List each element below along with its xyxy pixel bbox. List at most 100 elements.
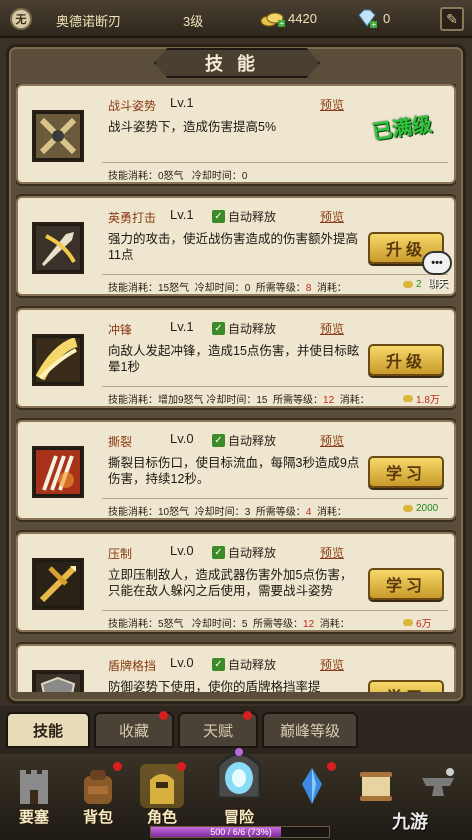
preview-link[interactable]: 预览 <box>320 320 344 337</box>
tab-paragon-level[interactable]: 巅峰等级 <box>262 712 358 748</box>
learn-button[interactable]: 学习 <box>368 456 444 488</box>
skill-card-overpower[interactable]: 压制 Lv.0 ✓ 自动释放 预览 立即压制敌人，造成武器伤害外加5点伤害，只能在… <box>16 532 456 632</box>
gold-cost: 1.8万 <box>403 391 440 406</box>
gold-coin-icon <box>403 505 413 512</box>
nav-backpack[interactable]: 背包 <box>68 760 128 830</box>
chat-button[interactable]: ••• 聊天 <box>418 251 458 293</box>
svg-text:+: + <box>280 19 285 28</box>
cost-label: 技能消耗： <box>108 171 158 182</box>
gold-cost-value: 1.8万 <box>416 395 440 406</box>
required-level: 8 <box>305 283 312 294</box>
skill-description: 战斗姿势下，造成伤害提高5% <box>108 120 277 134</box>
learn-button[interactable]: 学习 <box>368 680 444 692</box>
rage-cost: 增加9怒气 <box>158 395 204 406</box>
checkbox-icon: ✓ <box>212 322 225 335</box>
cost-label: 技能消耗： <box>108 283 158 294</box>
nav-label: 角色 <box>146 809 177 826</box>
cooldown-value: 15 <box>256 395 268 406</box>
skill-name: 冲锋 <box>108 323 133 337</box>
nav-label: 要塞 <box>18 809 49 826</box>
shield-block-icon <box>32 670 84 692</box>
max-level-badge: 已满级 <box>371 113 434 145</box>
skill-name: 战斗姿势 <box>108 99 157 113</box>
auto-cast-label: 自动释放 <box>228 322 277 336</box>
auto-cast-toggle[interactable]: ✓ 自动释放 <box>212 544 276 561</box>
preview-link[interactable]: 预览 <box>320 656 344 673</box>
skill-card-charge[interactable]: 冲锋 Lv.1 ✓ 自动释放 预览 向敌人发起冲锋，造成15点伤害，并使目标眩晕1… <box>16 308 456 408</box>
edit-icon[interactable]: ✎ <box>440 7 464 31</box>
notification-dot <box>159 711 168 720</box>
required-level: 12 <box>303 619 315 630</box>
checkbox-icon: ✓ <box>212 546 225 559</box>
gold-cost: 6万 <box>403 615 432 630</box>
gold-coin-icon <box>403 395 413 402</box>
skill-footer: 技能消耗：15怒气 冷却时间：0 所需等级：8 消耗： <box>108 279 347 294</box>
learn-button[interactable]: 学习 <box>368 568 444 600</box>
anvil-icon <box>422 768 454 796</box>
nav-adventure[interactable]: 冒险 <box>204 748 274 830</box>
skill-card-battle-stance[interactable]: 战斗姿势 Lv.1 预览 战斗姿势下，造成伤害提高5% 已满级 技能消耗：0怒气… <box>16 84 456 184</box>
skill-footer: 技能消耗：10怒气 冷却时间：3 所需等级：4 消耗： <box>108 503 347 518</box>
player-level: 3级 <box>183 14 204 29</box>
skill-card-heroic-strike[interactable]: 英勇打击 Lv.1 ✓ 自动释放 预览 强力的攻击，使近战伤害造成的伤害额外提高1… <box>16 196 456 296</box>
upgrade-button[interactable]: 升级 <box>368 344 444 376</box>
skill-name: 压制 <box>108 547 133 561</box>
required-level: 4 <box>305 507 312 518</box>
nav-crystal[interactable] <box>282 760 342 830</box>
backpack-icon <box>84 770 112 804</box>
charge-icon <box>32 334 84 386</box>
cooldown-value: 5 <box>241 619 248 630</box>
price-label: 消耗： <box>339 395 370 406</box>
gold-coin-icon <box>403 281 413 288</box>
diamond-amount: 0 <box>383 11 391 26</box>
skill-level: Lv.0 <box>170 655 194 670</box>
rage-cost: 10怒气 <box>158 507 190 518</box>
nav-fortress[interactable]: 要塞 <box>4 760 64 830</box>
skill-card-shield-block[interactable]: 盾牌格挡 Lv.0 ✓自动释放 预览 防御姿势下使用，使你的盾牌格挡率提 学习 <box>16 644 456 692</box>
tab-label: 技能 <box>32 722 63 740</box>
checkbox-icon: ✓ <box>212 434 225 447</box>
skill-name: 盾牌格挡 <box>108 659 157 673</box>
auto-cast-toggle[interactable]: ✓ 自动释放 <box>212 320 276 337</box>
auto-cast-toggle[interactable]: ✓ 自动释放 <box>212 432 276 449</box>
cooldown-label: 冷却时间： <box>191 619 242 630</box>
required-level-label: 所需等级： <box>255 507 306 518</box>
watermark-logo: 九游 <box>392 812 428 832</box>
preview-link[interactable]: 预览 <box>320 96 344 113</box>
battle-stance-icon <box>32 110 84 162</box>
skill-level: Lv.1 <box>170 319 194 334</box>
tab-collection[interactable]: 收藏 <box>94 711 174 748</box>
preview-link[interactable]: 预览 <box>320 432 344 449</box>
nav-character[interactable]: 角色 <box>132 760 192 830</box>
skill-description: 撕裂目标伤口，使目标流血，每隔3秒造成9点伤害，持续12秒。 <box>108 456 360 486</box>
cooldown-value: 0 <box>241 171 248 182</box>
cooldown-value: 3 <box>244 507 251 518</box>
auto-cast-toggle[interactable]: ✓ 自动释放 <box>212 656 276 673</box>
guild-emblem-icon[interactable]: 无 <box>10 8 32 30</box>
checkbox-icon: ✓ <box>212 658 225 671</box>
skill-level: Lv.1 <box>170 95 194 110</box>
auto-cast-toggle[interactable]: ✓ 自动释放 <box>212 208 276 225</box>
tab-label: 巅峰等级 <box>279 722 340 740</box>
skill-description: 立即压制敌人，造成武器伤害外加5点伤害，只能在敌人躲闪之后使用，需要战斗姿势 <box>108 568 353 598</box>
preview-link[interactable]: 预览 <box>320 544 344 561</box>
rage-cost: 15怒气 <box>158 283 190 294</box>
preview-link[interactable]: 预览 <box>320 208 344 225</box>
divider <box>102 610 448 611</box>
nav-label: 背包 <box>82 809 113 826</box>
skill-card-rend[interactable]: 撕裂 Lv.0 ✓ 自动释放 预览 撕裂目标伤口，使目标流血，每隔3秒造成9点伤害… <box>16 420 456 520</box>
auto-cast-label: 自动释放 <box>228 210 277 224</box>
divider <box>102 162 448 163</box>
tab-skills[interactable]: 技能 <box>6 712 90 748</box>
gold-cost-value: 6万 <box>416 619 432 630</box>
price-label: 消耗： <box>316 283 347 294</box>
tab-talent[interactable]: 天赋 <box>178 711 258 748</box>
divider <box>102 274 448 275</box>
skill-name: 英勇打击 <box>108 211 157 225</box>
gold-coin-icon: + <box>260 12 285 28</box>
skill-footer: 技能消耗：增加9怒气 冷却时间：15 所需等级：12 消耗： <box>108 391 370 406</box>
crystal-icon <box>302 768 322 804</box>
cost-label: 技能消耗： <box>108 619 158 630</box>
skill-list[interactable]: 战斗姿势 Lv.1 预览 战斗姿势下，造成伤害提高5% 已满级 技能消耗：0怒气… <box>16 84 456 692</box>
rend-icon <box>32 446 84 498</box>
